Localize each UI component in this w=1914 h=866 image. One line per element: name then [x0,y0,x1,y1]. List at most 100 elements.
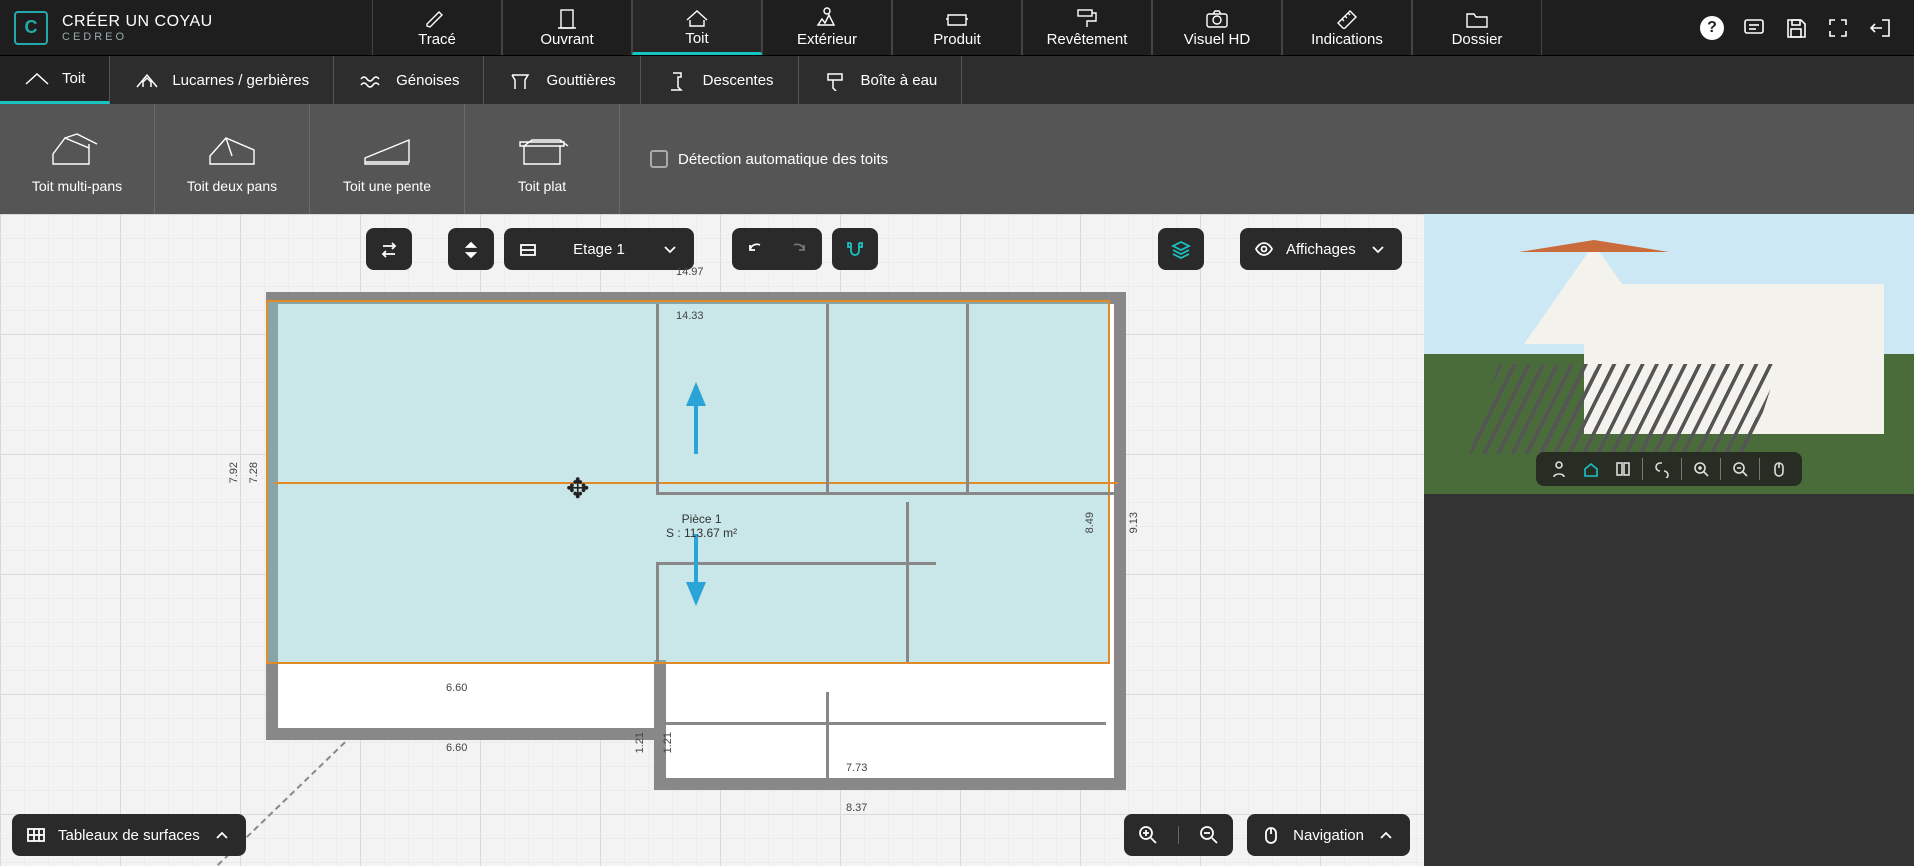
wall-interior [826,692,829,782]
floor-name: Etage 1 [573,241,625,258]
tab-toit[interactable]: Toit [632,0,762,55]
tab-label: Toit [685,30,708,47]
layers-icon [1171,239,1191,259]
tab-indications[interactable]: Indications [1282,0,1412,55]
preview-person-button[interactable] [1546,458,1572,480]
wall-interior [906,502,909,662]
subtab-descentes[interactable]: Descentes [641,56,799,104]
tool-toit-deux-pans[interactable]: Toit deux pans [155,104,310,214]
house-flat-icon [510,124,574,170]
chevron-up-icon [1376,825,1396,845]
comment-icon[interactable] [1742,16,1766,40]
navigation-menu[interactable]: Navigation [1247,814,1410,856]
subtab-lucarnes[interactable]: Lucarnes / gerbières [110,56,334,104]
slope-arrow-up [686,382,706,406]
room-name: Pièce 1 [666,512,737,526]
swap-icon [379,239,399,259]
tab-ouvrant[interactable]: Ouvrant [502,0,632,55]
magnet-icon [845,239,865,259]
subtab-label: Lucarnes / gerbières [172,72,309,89]
downpipe-icon [665,69,691,91]
tool-label: Toit une pente [343,178,431,194]
floor-plan[interactable]: ✥ Pièce 1 S : 113.67 m² 14.97 14.33 7.92… [266,262,1126,842]
slope-arrow-stem [694,534,698,584]
house-multi-icon [45,124,109,170]
tool-toit-multi-pans[interactable]: Toit multi-pans [0,104,155,214]
tab-label: Visuel HD [1184,31,1250,48]
wall-interior [656,562,659,662]
dim-bottom-left: 6.60 [446,682,467,694]
checkbox-icon[interactable] [650,150,668,168]
tab-visuel[interactable]: Visuel HD [1152,0,1282,55]
layers-button[interactable] [1158,228,1204,270]
surfaces-table-button[interactable]: Tableaux de surfaces [12,814,246,856]
dim-bottom-left-under: 6.60 [446,742,467,754]
pencil-icon [424,7,450,29]
preview-3d-viewport[interactable] [1424,214,1914,494]
subtab-genoises[interactable]: Génoises [334,56,484,104]
tab-label: Revêtement [1047,31,1128,48]
up-down-icon [461,239,481,259]
subtab-boite[interactable]: Boîte à eau [799,56,963,104]
tab-label: Produit [933,31,981,48]
fullscreen-icon[interactable] [1826,16,1850,40]
zoom-out-icon[interactable] [1199,825,1219,845]
subtab-toit[interactable]: Toit [0,56,110,104]
preview-home-button[interactable] [1578,458,1604,480]
tab-exterieur[interactable]: Extérieur [762,0,892,55]
slope-arrow-stem [694,404,698,454]
dim-top-outer: 14.97 [676,266,704,278]
tab-label: Ouvrant [540,31,593,48]
mouse-icon [1770,460,1788,478]
dim-top-inner: 14.33 [676,310,704,322]
redo-icon[interactable] [788,239,808,259]
help-button[interactable]: ? [1700,16,1724,40]
tool-row: Toit multi-pans Toit deux pans Toit une … [0,104,1914,214]
folder-icon [1464,7,1490,29]
tool-toit-plat[interactable]: Toit plat [465,104,620,214]
zoom-group [1124,814,1233,856]
subtab-label: Génoises [396,72,459,89]
slope-arrow-down [686,582,706,606]
wall-wing-right [654,660,1126,790]
chevron-up-icon [212,825,232,845]
wall-wing-left [266,660,666,740]
chevron-down-icon [660,239,680,259]
tab-dossier[interactable]: Dossier [1412,0,1542,55]
canvas-2d[interactable]: Etage 1 Affichages [0,214,1424,866]
top-bar: C CRÉER UN COYAU CEDREO Tracé Ouvrant To… [0,0,1914,56]
save-icon[interactable] [1784,16,1808,40]
tab-label: Dossier [1452,31,1503,48]
dim-bottom-right: 7.73 [846,762,867,774]
document-title: CRÉER UN COYAU [62,13,213,31]
preview-zoom-in-button[interactable] [1688,458,1714,480]
tool-label: Toit plat [518,178,566,194]
auto-detect-option[interactable]: Détection automatique des toits [620,104,888,214]
zoom-in-icon[interactable] [1138,825,1158,845]
paint-roller-icon [1074,7,1100,29]
subtab-label: Toit [62,70,85,87]
preview-link-button[interactable] [1649,458,1675,480]
preview-pergola [1469,364,1778,454]
tab-produit[interactable]: Produit [892,0,1022,55]
exit-icon[interactable] [1868,16,1892,40]
preview-mouse-button[interactable] [1766,458,1792,480]
tool-toit-une-pente[interactable]: Toit une pente [310,104,465,214]
sub-tabs: Toit Lucarnes / gerbières Génoises Goutt… [0,56,1914,104]
tab-revetement[interactable]: Revêtement [1022,0,1152,55]
undo-icon[interactable] [746,239,766,259]
section-icon [1614,460,1632,478]
brand-name: CEDREO [62,31,213,43]
door-icon [554,7,580,29]
exterior-icon [814,7,840,29]
tab-trace[interactable]: Tracé [372,0,502,55]
dim-notch-1: 1.21 [634,732,646,753]
preview-section-button[interactable] [1610,458,1636,480]
preview-zoom-out-button[interactable] [1727,458,1753,480]
move-cursor-icon: ✥ [566,472,589,505]
room-area: S : 113.67 m² [666,526,737,540]
navigation-label: Navigation [1293,827,1364,844]
subtab-gouttieres[interactable]: Gouttières [484,56,640,104]
floor-icon [518,239,538,259]
display-menu[interactable]: Affichages [1240,228,1402,270]
